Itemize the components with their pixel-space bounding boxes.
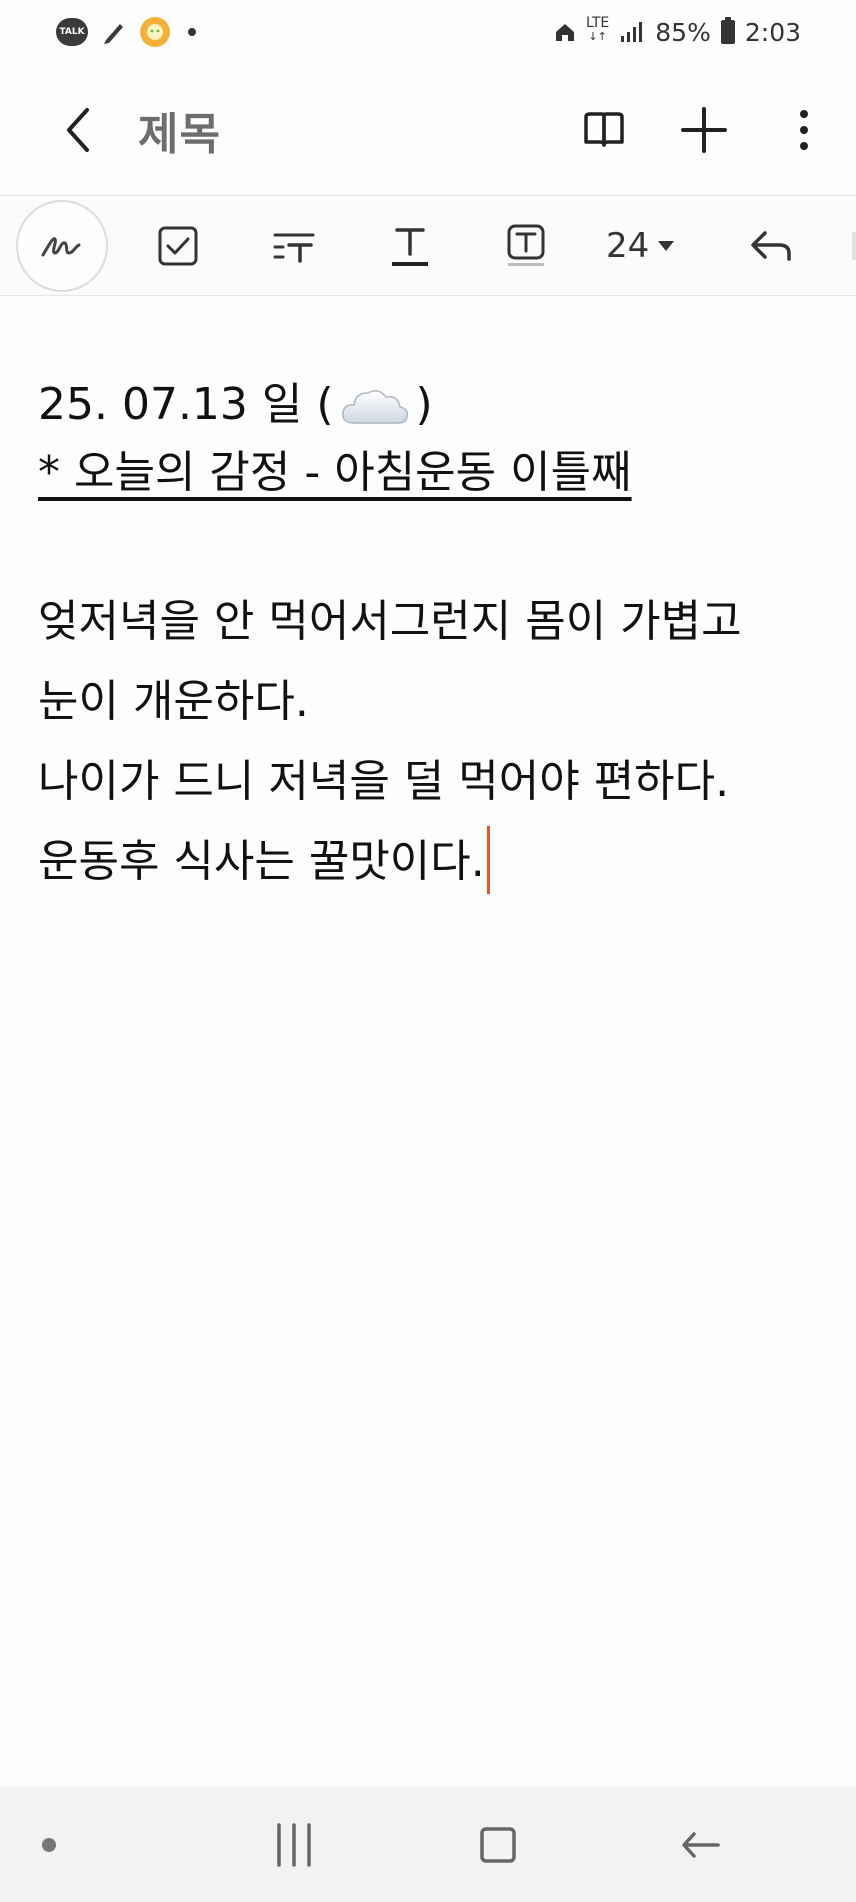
system-navigation-bar xyxy=(0,1787,856,1902)
battery-percent: 85% xyxy=(655,17,711,47)
more-options-button[interactable] xyxy=(780,106,828,154)
pen-notification-icon xyxy=(104,24,123,44)
app-bar: 제목 xyxy=(0,64,856,196)
dropdown-arrow-icon xyxy=(658,240,675,251)
emotion-line: * 오늘의 감정 - 아침운동 이틀째 xyxy=(38,447,632,498)
recents-icon xyxy=(277,1822,312,1867)
text-box-icon xyxy=(507,224,545,266)
checkbox-icon xyxy=(158,226,198,265)
toolbar-scroll-edge xyxy=(852,232,856,260)
date-text-close: ) xyxy=(415,379,433,430)
keyboard-hide-dot-icon[interactable] xyxy=(42,1837,56,1852)
battery-icon xyxy=(720,17,735,44)
book-view-icon xyxy=(584,111,624,147)
lte-label: LTE xyxy=(586,15,610,31)
underline-text-icon xyxy=(392,227,428,266)
body-line-last: 운동후 식사는 꿀맛이다. xyxy=(38,822,818,902)
note-title[interactable]: 제목 xyxy=(138,98,221,162)
home-icon xyxy=(479,1826,516,1863)
date-line: 25. 07.13 일 ( ) xyxy=(38,370,818,440)
checkbox-button[interactable] xyxy=(142,210,214,282)
add-button[interactable] xyxy=(680,106,728,154)
system-back-button[interactable] xyxy=(666,1810,736,1880)
recents-button[interactable] xyxy=(259,1810,329,1880)
back-button[interactable] xyxy=(50,102,106,158)
undo-icon xyxy=(751,230,792,261)
note-editor-screen: TALK LTE ↓↑ 85% 2:03 제목 24 25. 07.13 일 (… xyxy=(0,0,856,1902)
text-box-button[interactable] xyxy=(490,210,562,282)
signal-strength-icon xyxy=(621,22,643,42)
text-style-icon xyxy=(273,233,315,263)
plus-icon xyxy=(681,106,727,153)
text-style-button[interactable] xyxy=(258,210,330,282)
note-body[interactable]: 25. 07.13 일 ( ) * 오늘의 감정 - 아침운동 이틀째 엊저녁을… xyxy=(38,370,818,902)
more-vertical-icon xyxy=(800,109,808,150)
more-notifications-dot-icon xyxy=(188,28,196,36)
body-line-text: 운동후 식사는 꿀맛이다. xyxy=(38,836,485,887)
body-line: 눈이 개운하다. xyxy=(38,676,309,727)
app-actions xyxy=(580,106,828,154)
home-network-icon xyxy=(556,24,574,41)
body-line: 엊저녁을 안 먹어서그런지 몸이 가볍고 xyxy=(38,596,742,647)
status-bar: TALK LTE ↓↑ 85% 2:03 xyxy=(0,0,856,64)
date-text: 25. 07.13 일 ( xyxy=(38,379,334,430)
font-size-value: 24 xyxy=(606,225,650,266)
home-button[interactable] xyxy=(463,1810,533,1880)
text-cursor xyxy=(486,826,490,894)
reading-mode-button[interactable] xyxy=(580,106,628,154)
status-indicators: LTE ↓↑ 85% 2:03 xyxy=(554,15,801,47)
back-icon xyxy=(67,107,89,152)
body-line: 나이가 드니 저녁을 덜 먹어야 편하다. xyxy=(38,756,730,807)
kakaotalk-notification-icon: TALK xyxy=(56,18,88,46)
lte-indicator: LTE ↓↑ xyxy=(586,15,610,43)
pen-icon xyxy=(41,236,81,256)
clock: 2:03 xyxy=(744,17,801,47)
editing-toolbar: 24 xyxy=(0,196,856,296)
underline-text-button[interactable] xyxy=(374,210,446,282)
font-size-dropdown[interactable]: 24 xyxy=(606,226,675,266)
cloud-icon xyxy=(341,390,408,424)
app-notification-icon xyxy=(140,17,170,47)
back-arrow-icon xyxy=(682,1831,720,1858)
handwriting-button[interactable] xyxy=(16,199,108,292)
notification-icons: TALK xyxy=(56,17,196,47)
undo-button[interactable] xyxy=(735,210,807,282)
talk-label: TALK xyxy=(59,27,85,37)
